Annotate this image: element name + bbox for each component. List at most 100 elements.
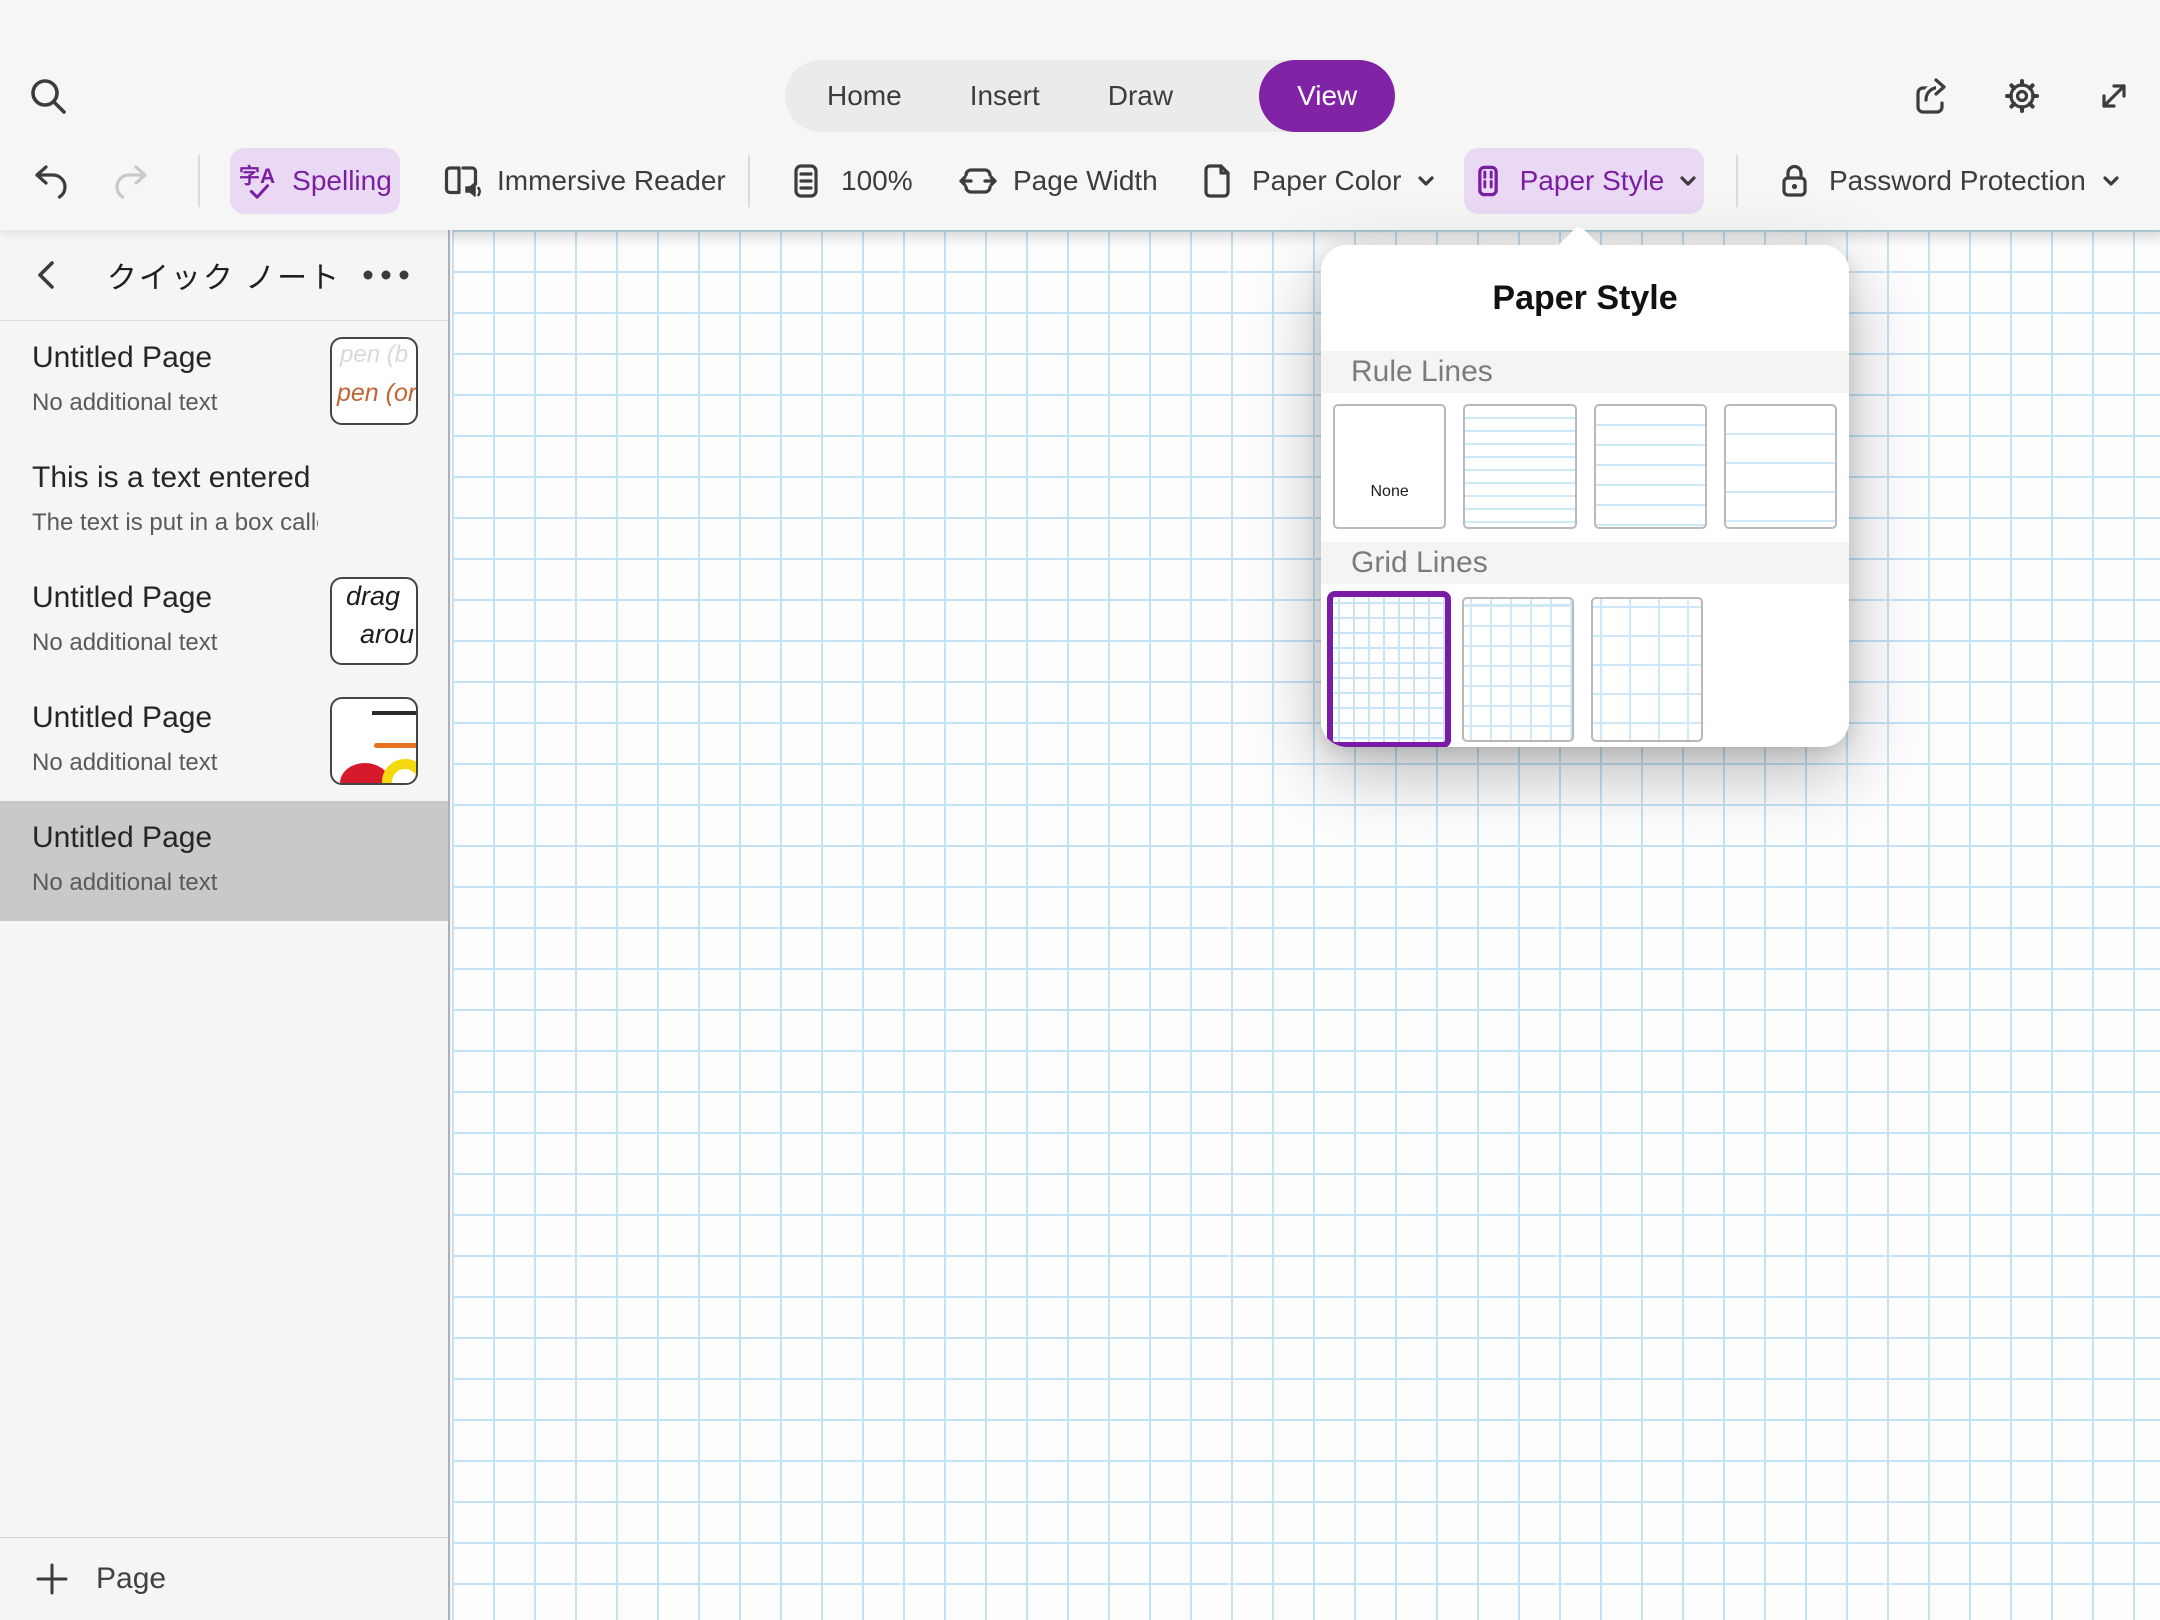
paper-color-button[interactable]: Paper Color [1195,159,1438,203]
paper-style-label: Paper Style [1519,165,1665,196]
paper-style-popup: Paper Style Rule Lines None Grid Lines [1321,224,1849,747]
paper-color-label: Paper Color [1252,165,1402,196]
svg-text:字A: 字A [239,164,275,188]
share-icon [1916,78,1947,114]
zoom-button[interactable]: 100% [784,159,913,203]
expand-icon [2102,84,2126,108]
spelling-label: Spelling [292,165,392,196]
immersive-reader-button[interactable]: Immersive Reader [438,159,726,203]
ellipsis-icon [363,270,409,280]
chevron-down-icon [1680,176,1696,186]
none-label: None [1370,483,1409,500]
chevron-down-icon [2103,176,2119,186]
redo-icon [115,165,147,199]
paper-option-narrow-rule[interactable] [1463,404,1577,529]
window-actions [1908,74,2136,118]
gear-icon [2005,79,2039,113]
zoom-document-icon [794,164,818,198]
thumb-ink-text: pen (ora [337,379,417,407]
thumb-ink-text: drag [346,581,401,611]
paper-style-icon [1477,165,1498,197]
plus-icon [36,1563,68,1595]
page-title: Untitled Page [32,581,213,614]
zoom-label: 100% [841,165,913,196]
paper-color-icon [1204,164,1230,198]
tab-draw[interactable]: Draw [1108,80,1173,112]
thumb-ink-stroke [382,759,416,783]
undo-button[interactable] [26,159,70,203]
tab-insert[interactable]: Insert [970,80,1040,112]
paper-option-none[interactable]: None [1333,404,1447,529]
password-protection-label: Password Protection [1829,165,2086,196]
redo-button[interactable] [112,159,156,203]
page-title: This is a text entered in... [32,461,318,494]
page-thumbnail: drag arou [330,577,418,665]
add-page-label: Page [96,1562,167,1595]
paper-option-wide-rule[interactable] [1723,404,1837,529]
paper-option-small-grid-selected[interactable] [1327,591,1451,747]
search-button[interactable] [26,74,70,118]
immersive-reader-label: Immersive Reader [497,165,726,196]
page-list-item-selected[interactable]: Untitled Page No additional text [0,801,448,921]
page-subtitle: No additional text [32,749,218,776]
thumb-ink-stroke [372,711,416,715]
chevron-down-icon [1418,176,1435,186]
chevron-left-icon [38,261,54,289]
thumb-ink-text: pen (b [340,341,409,368]
grid-lines-options [1321,584,1849,747]
spelling-icon: 字A [239,164,275,199]
page-subtitle: The text is put in a box called... [32,509,318,536]
popup-body: Paper Style Rule Lines None Grid Lines [1321,245,1849,747]
page-title: Untitled Page [32,341,213,374]
rule-lines-options: None [1321,393,1849,542]
view-toolbar: 字A Spelling Immersive Reader 100% Page W… [0,132,2160,230]
page-width-icon [959,168,997,194]
undo-icon [35,165,67,199]
page-subtitle: No additional text [32,869,218,896]
thumb-ink-text: arou [360,619,415,649]
paper-option-medium-grid[interactable] [1462,597,1574,742]
page-thumbnail: pen (b pen (ora [330,337,418,425]
page-list-item[interactable]: Untitled Page No additional text drag ar… [0,561,448,681]
lock-icon [1782,164,1807,197]
page-title: Untitled Page [32,821,213,854]
tab-view[interactable]: View [1259,60,1396,132]
note-canvas[interactable] [452,230,2160,1620]
back-button[interactable] [28,253,68,297]
page-list-sidebar: クイック ノート Untitled Page No additional tex… [0,230,450,1620]
sidebar-header: クイック ノート [0,230,448,321]
page-title: Untitled Page [32,701,213,734]
search-icon [31,79,66,114]
ribbon-tabbar: Home Insert Draw View [785,60,1396,132]
rule-lines-section-label: Rule Lines [1321,351,1849,393]
share-button[interactable] [1908,74,1952,118]
spelling-button[interactable]: 字A Spelling [230,148,400,214]
thumb-ink-stroke [374,743,416,748]
page-width-label: Page Width [1013,165,1158,196]
page-subtitle: No additional text [32,629,218,656]
fullscreen-button[interactable] [2092,74,2136,118]
password-protection-button[interactable]: Password Protection [1772,159,2123,203]
onenote-app: Home Insert Draw View 字A Spelling Immers… [0,0,2160,1620]
top-chrome: Home Insert Draw View 字A Spelling Immers… [0,0,2160,230]
tab-home[interactable]: Home [827,80,902,112]
title-row: Home Insert Draw View [0,0,2160,132]
toolbar-divider [198,155,200,207]
popup-title: Paper Style [1492,278,1678,317]
settings-button[interactable] [2000,74,2044,118]
more-options-button[interactable] [354,253,418,297]
page-width-button[interactable]: Page Width [956,159,1158,203]
page-subtitle: No additional text [32,389,218,416]
page-thumbnail [330,697,418,785]
grid-lines-section-label: Grid Lines [1321,542,1849,584]
toolbar-divider [1736,155,1738,207]
immersive-reader-icon [444,166,481,197]
paper-option-large-grid[interactable] [1591,597,1703,742]
paper-style-button[interactable]: Paper Style [1464,148,1704,214]
page-list-item[interactable]: Untitled Page No additional text [0,681,448,801]
page-list-item[interactable]: Untitled Page No additional text pen (b … [0,321,448,441]
page-list-item[interactable]: This is a text entered in... The text is… [0,441,448,561]
toolbar-divider [748,155,750,207]
paper-option-college-rule[interactable] [1593,404,1707,529]
add-page-button[interactable]: Page [0,1537,448,1620]
